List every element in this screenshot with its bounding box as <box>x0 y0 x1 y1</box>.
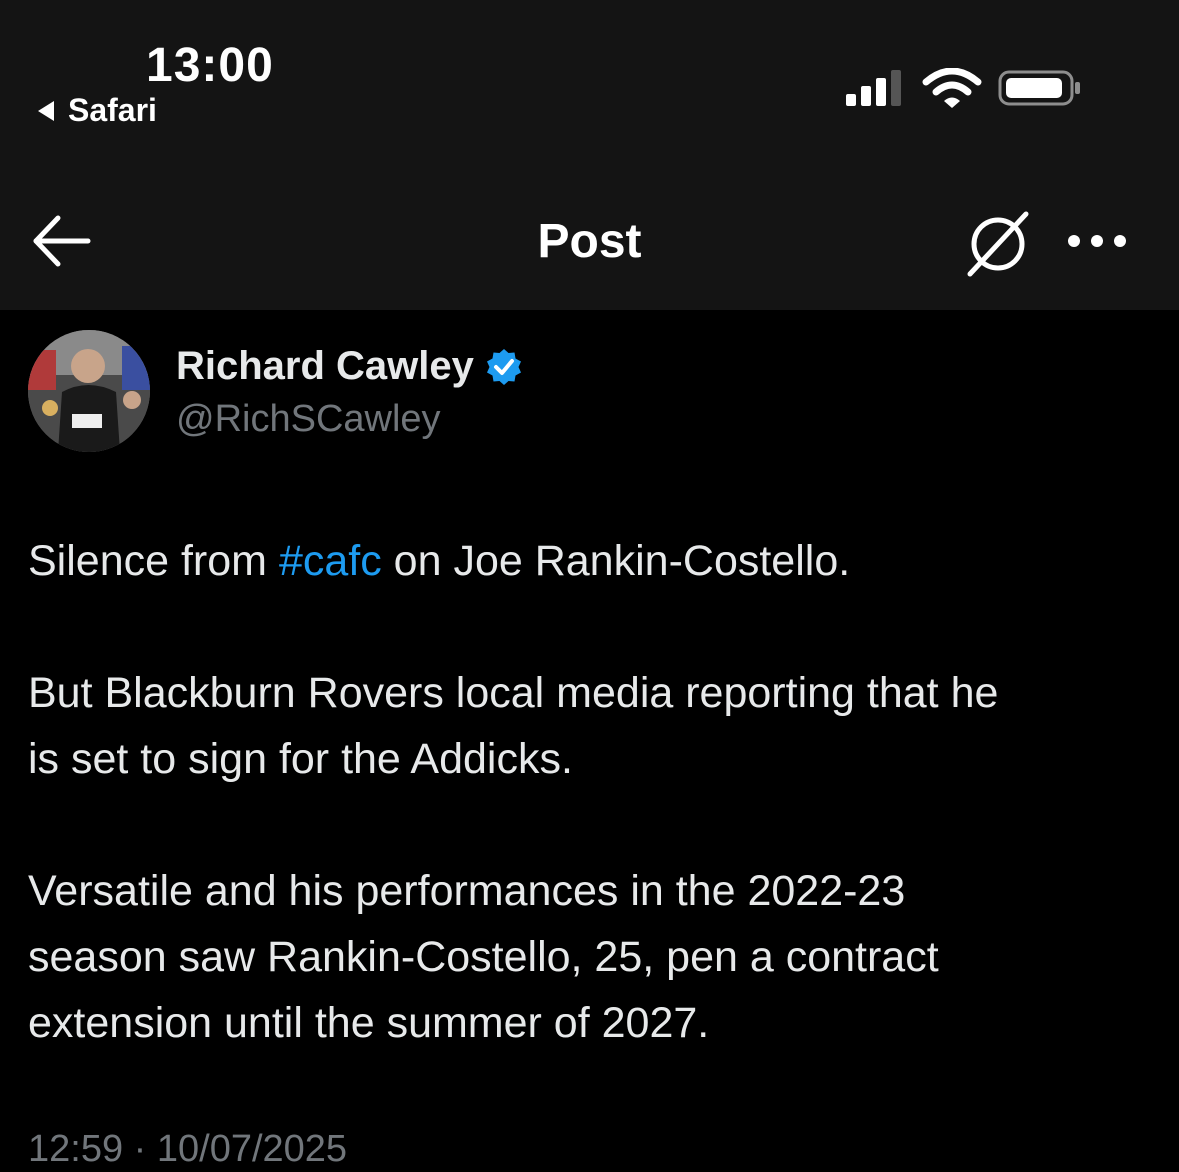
avatar[interactable] <box>28 330 150 452</box>
text-line: season saw Rankin-Costello, 25, pen a co… <box>28 933 939 981</box>
back-app-label: Safari <box>68 92 157 128</box>
post-timestamp[interactable]: 12:59 · 10/07/2025 <box>28 1128 347 1171</box>
status-bar: 13:00 Safari <box>0 0 1179 180</box>
text-segment: Silence from <box>28 537 279 585</box>
author-handle[interactable]: @RichSCawley <box>176 398 441 441</box>
hashtag-link[interactable]: #cafc <box>279 537 382 585</box>
avatar-image <box>28 330 150 452</box>
wifi-icon <box>922 68 982 108</box>
grok-icon[interactable] <box>964 210 1032 278</box>
more-options-icon[interactable] <box>1066 228 1128 254</box>
verified-badge-icon[interactable] <box>484 347 524 387</box>
post-author: Richard Cawley @RichSCawley <box>28 330 1128 460</box>
post-text: Silence from #cafc on Joe Rankin-Costell… <box>28 528 1148 1056</box>
battery-icon <box>998 70 1080 106</box>
text-line: is set to sign for the Addicks. <box>28 735 573 783</box>
back-triangle-icon <box>38 100 54 121</box>
cellular-signal-icon <box>846 70 901 106</box>
paragraph-1: Silence from #cafc on Joe Rankin-Costell… <box>28 528 1148 594</box>
text-line: Versatile and his performances in the 20… <box>28 867 906 915</box>
post-header: Post <box>0 180 1179 310</box>
text-line: But Blackburn Rovers local media reporti… <box>28 669 999 717</box>
text-line: extension until the summer of 2027. <box>28 999 710 1047</box>
status-time: 13:00 <box>146 39 274 92</box>
author-name[interactable]: Richard Cawley <box>176 344 474 389</box>
paragraph-2: But Blackburn Rovers local media reporti… <box>28 660 1148 792</box>
back-to-app-button[interactable]: Safari <box>38 92 157 129</box>
paragraph-3: Versatile and his performances in the 20… <box>28 858 1148 1056</box>
text-segment: on Joe Rankin-Costello. <box>381 537 851 585</box>
